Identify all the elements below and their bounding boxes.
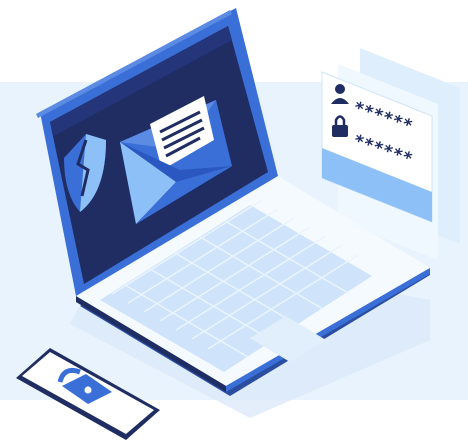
security-illustration: ****** ****** <box>0 0 468 443</box>
illustration-canvas: ****** ****** <box>0 8 468 440</box>
